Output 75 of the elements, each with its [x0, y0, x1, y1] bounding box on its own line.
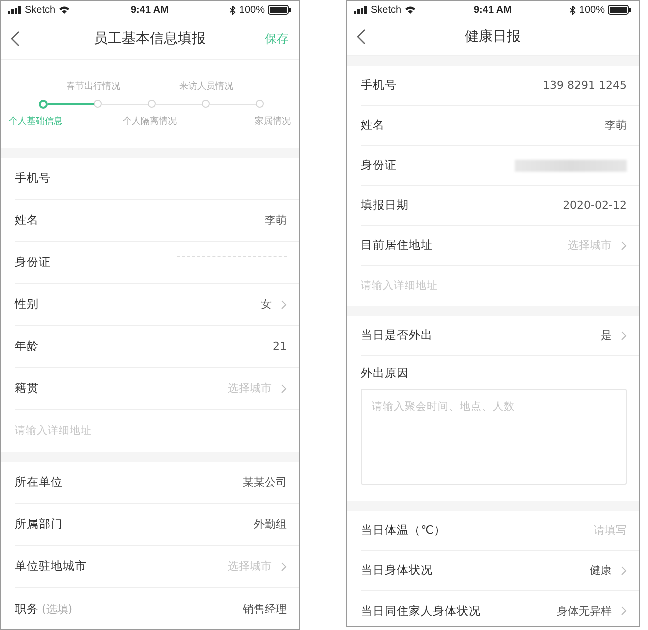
field-label: 当日体温（℃）: [361, 523, 446, 538]
field-value: 销售经理: [243, 602, 287, 616]
field-label: 姓名: [15, 213, 39, 228]
page-title: 健康日报: [465, 28, 521, 46]
form-row[interactable]: 当日体温（℃） 请填写: [361, 511, 639, 551]
field-label: 当日是否外出: [361, 328, 433, 343]
field-label: 外出原因: [361, 366, 410, 381]
bluetooth-icon: [230, 6, 236, 14]
field-label: 目前居住地址: [361, 238, 433, 253]
status-time: 9:41 AM: [131, 4, 169, 16]
form-row[interactable]: 性别 女: [15, 284, 299, 326]
back-icon: [357, 29, 366, 45]
wifi-icon: [404, 6, 416, 14]
form-row[interactable]: 填报日期 2020-02-12: [361, 186, 639, 226]
field-value: 健康: [590, 563, 612, 578]
optional-hint: (选填): [42, 602, 73, 616]
form-row[interactable]: 当日是否外出 是: [361, 316, 639, 356]
page-title: 员工基本信息填报: [94, 30, 206, 48]
form-row[interactable]: 当日身体状况 健康: [361, 551, 639, 591]
field-label: 年龄: [15, 339, 39, 354]
field-placeholder: 选择城市: [228, 381, 272, 396]
form-row[interactable]: 当日同住家人身体状况 身体无异样: [361, 591, 639, 626]
battery-icon: [268, 5, 292, 15]
field-label: 当日身体状况: [361, 563, 433, 578]
battery-icon: [608, 5, 632, 15]
field-label: 单位驻地城市: [15, 559, 87, 574]
field-value: 外勤组: [254, 517, 287, 532]
field-value: 21: [273, 340, 287, 353]
form-row[interactable]: 手机号: [15, 158, 299, 200]
field-value: 某某公司: [243, 475, 287, 490]
field-value: 李萌: [265, 213, 287, 228]
field-placeholder: 选择城市: [228, 559, 272, 574]
carrier-name: Sketch: [371, 4, 402, 16]
field-label: 填报日期: [361, 198, 409, 213]
bluetooth-icon: [570, 6, 576, 14]
field-label: 性别: [15, 297, 39, 312]
back-icon: [11, 31, 20, 47]
wifi-icon: [58, 6, 70, 14]
status-time: 9:41 AM: [474, 4, 512, 16]
field-label: 所属部门: [15, 517, 63, 532]
field-value: 女: [261, 297, 272, 312]
field-label: 手机号: [15, 171, 51, 186]
field-label: 身份证: [15, 255, 51, 270]
form-row[interactable]: 单位驻地城市 选择城市: [15, 546, 299, 588]
field-value: 身体无异样: [557, 604, 612, 618]
field-value: 139 8291 1245: [543, 79, 627, 92]
form-row[interactable]: 身份证: [361, 146, 639, 186]
field-placeholder: 请填写: [594, 523, 627, 538]
field-value: 2020-02-12: [563, 199, 627, 212]
form-row[interactable]: 手机号 139 8291 1245: [361, 66, 639, 106]
form-row[interactable]: 所在单位 某某公司: [15, 462, 299, 504]
reason-field[interactable]: 请输入聚会时间、地点、人数: [361, 389, 627, 485]
signal-icon: [8, 6, 22, 14]
carrier-name: Sketch: [25, 4, 56, 16]
form-row[interactable]: 姓名 李萌: [361, 106, 639, 146]
battery-percentage: 100%: [239, 4, 265, 16]
field-label: 姓名: [361, 118, 385, 133]
form-row[interactable]: 身份证: [15, 242, 299, 284]
field-value: 李萌: [605, 118, 627, 133]
form-row[interactable]: 职务 (选填) 销售经理: [15, 588, 299, 629]
field-label: 当日同住家人身体状况: [361, 604, 481, 618]
battery-percentage: 100%: [579, 4, 605, 16]
form-row[interactable]: 年龄 21: [15, 326, 299, 368]
field-label: 所在单位: [15, 475, 63, 490]
field-label: 手机号: [361, 78, 397, 93]
form-row[interactable]: 姓名 李萌: [15, 200, 299, 242]
field-label: 职务: [15, 602, 39, 616]
field-value: 是: [601, 328, 612, 343]
field-label: 身份证: [361, 158, 397, 173]
form-row[interactable]: 所属部门 外勤组: [15, 504, 299, 546]
form-row[interactable]: 籍贯 选择城市: [15, 368, 299, 410]
form-row[interactable]: 目前居住地址 选择城市: [361, 226, 639, 266]
signal-icon: [354, 6, 368, 14]
field-label: 籍贯: [15, 381, 39, 396]
field-placeholder: 选择城市: [568, 238, 612, 253]
